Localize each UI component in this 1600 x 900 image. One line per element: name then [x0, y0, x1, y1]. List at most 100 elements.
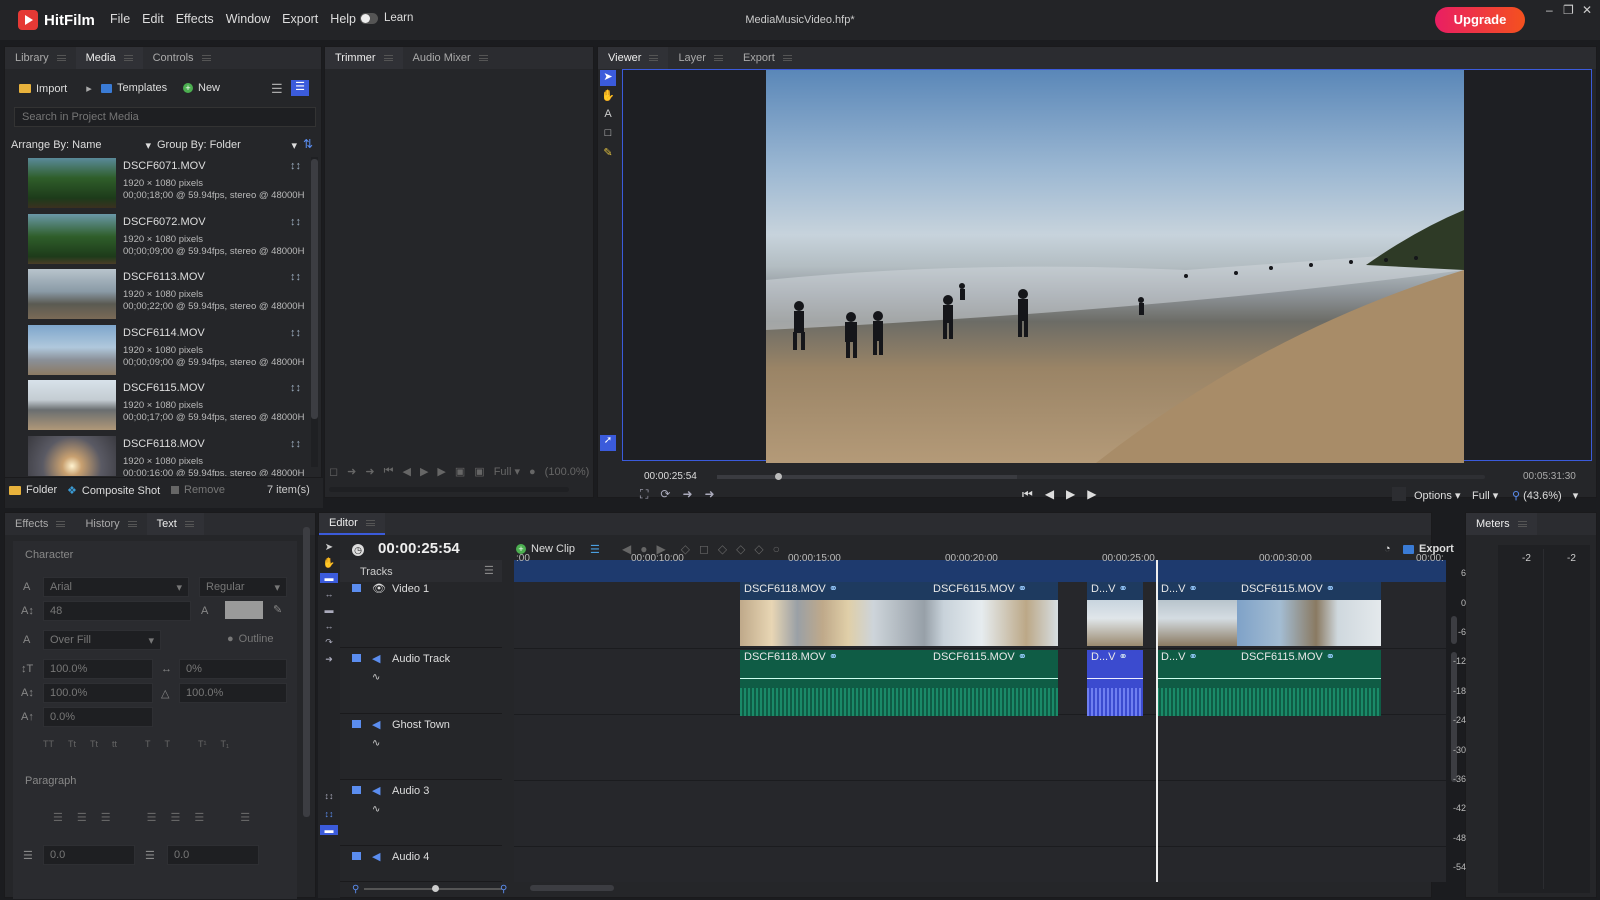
maximize-icon[interactable]: ❐	[1563, 3, 1574, 17]
remove-button[interactable]: Remove	[171, 484, 225, 496]
play-icon[interactable]: ▶	[437, 465, 445, 478]
panel-menu-icon[interactable]	[782, 55, 792, 61]
tracking-field[interactable]: 0%	[179, 659, 287, 679]
marker-icon[interactable]: ◻	[699, 542, 709, 556]
timeline-view-icon[interactable]: ▬	[320, 825, 338, 835]
outline-toggle[interactable]: ● Outline	[227, 633, 274, 645]
ripple-tool-icon[interactable]: ▬	[318, 605, 340, 615]
audio-mixer-icon[interactable]: ↕↕	[290, 271, 301, 283]
keyframe-next-icon[interactable]: ◇	[754, 542, 763, 556]
skip-to-start-icon[interactable]: ⏮	[1022, 487, 1033, 502]
video-clip[interactable]: DSCF6115.MOV ⚭	[1237, 582, 1381, 646]
insert-icon[interactable]: ➜	[347, 465, 356, 478]
tab-viewer[interactable]: Viewer	[598, 47, 669, 69]
small-caps-icon[interactable]: Tt	[68, 739, 76, 749]
roll-tool-icon[interactable]: ↔	[318, 621, 340, 631]
justify-center-icon[interactable]: ☰	[171, 811, 181, 824]
keyframe-add-icon[interactable]: ◇	[736, 542, 745, 556]
mask-tool-icon[interactable]: □	[600, 127, 616, 143]
panel-menu-icon[interactable]	[649, 55, 659, 61]
mixer-tool-icon[interactable]: ↕↕	[318, 791, 340, 801]
underline-icon[interactable]: T	[145, 739, 151, 749]
slip-tool-icon[interactable]: ↔	[318, 589, 340, 599]
justify-left-icon[interactable]: ☰	[147, 811, 157, 824]
group-dropdown[interactable]: Group By: Folder ▾	[157, 139, 297, 152]
snap-icon[interactable]: ➚	[600, 435, 616, 451]
list-item[interactable]: DSCF6071.MOV 1920 × 1080 pixels 00;00;18;…	[28, 158, 310, 210]
track-folder-icon[interactable]	[352, 584, 361, 592]
select-tool-icon[interactable]: ➤	[318, 542, 340, 553]
style-dropdown[interactable]: Regular ▾	[199, 577, 287, 597]
track-header-audio[interactable]: ◀ Audio 3 ∿	[340, 780, 502, 846]
speaker-icon[interactable]: ◀	[372, 718, 380, 731]
automation-icon[interactable]: ∿	[372, 672, 380, 683]
list-item[interactable]: DSCF6072.MOV 1920 × 1080 pixels 00;00;09;…	[28, 214, 310, 266]
previous-frame-icon[interactable]: ◀	[1045, 487, 1054, 502]
baseline-field[interactable]: 0.0%	[43, 707, 153, 727]
hand-tool-icon[interactable]: ✋	[600, 89, 616, 105]
list-item[interactable]: DSCF6115.MOV 1920 × 1080 pixels 00;00;17;…	[28, 380, 310, 432]
tab-editor[interactable]: Editor	[319, 513, 385, 535]
tracks-menu-icon[interactable]: ☰	[484, 564, 494, 577]
tab-trimmer[interactable]: Trimmer	[325, 47, 403, 69]
track-folder-icon[interactable]	[352, 786, 361, 794]
panel-menu-icon[interactable]	[201, 55, 211, 61]
audio-clip[interactable]: D...V ⚭	[1087, 650, 1143, 716]
composite-shot-button[interactable]: ❖ Composite Shot	[67, 484, 160, 498]
media-scrollbar[interactable]	[311, 157, 318, 467]
rate-tool-icon[interactable]: ↷	[318, 637, 340, 648]
panel-menu-icon[interactable]	[713, 55, 723, 61]
audio-mixer-icon[interactable]: ↕↕	[290, 382, 301, 394]
speaker-icon[interactable]: ◀	[372, 784, 380, 797]
search-input[interactable]	[14, 107, 316, 127]
tab-audio-mixer[interactable]: Audio Mixer	[403, 47, 498, 69]
justify-right-icon[interactable]: ☰	[194, 811, 204, 824]
color-picker-icon[interactable]	[1392, 487, 1406, 501]
zoom-in-icon[interactable]: ⚲	[500, 884, 507, 895]
track-header-video[interactable]: 👁 Video 1	[340, 582, 502, 648]
lowercase-icon[interactable]: tt	[112, 739, 117, 749]
align-left-icon[interactable]: ☰	[53, 811, 63, 824]
link-tool-icon[interactable]: ➜	[318, 654, 340, 665]
speaker-icon[interactable]: ◀	[372, 850, 380, 863]
timeline-scrollbar[interactable]	[530, 885, 614, 891]
all-caps-icon[interactable]: TT	[43, 739, 54, 749]
subscript-icon[interactable]: T₁	[221, 739, 230, 749]
arrange-dropdown[interactable]: Arrange By: Name ▾	[11, 139, 151, 152]
align-right-icon[interactable]: ☰	[101, 811, 111, 824]
superscript-icon[interactable]: T¹	[198, 739, 207, 749]
justify-all-icon[interactable]: ☰	[240, 811, 250, 824]
tab-text[interactable]: Text	[146, 513, 204, 535]
panel-menu-icon[interactable]	[478, 55, 488, 61]
skip-start-icon[interactable]: ⏮	[384, 465, 394, 478]
loop-icon[interactable]: ⟳	[660, 487, 670, 502]
viewer-scrub-bar[interactable]	[717, 473, 1485, 480]
auto-scroll-icon[interactable]: ☰	[590, 543, 600, 556]
playhead[interactable]	[1156, 560, 1158, 882]
automation-icon[interactable]: ∿	[372, 738, 380, 749]
track-height-icon[interactable]: ↕↕	[318, 809, 340, 819]
detail-view-icon[interactable]: ☰	[291, 80, 309, 96]
panel-menu-icon[interactable]	[127, 521, 137, 527]
panel-menu-icon[interactable]	[56, 521, 66, 527]
list-item[interactable]: DSCF6114.MOV 1920 × 1080 pixels 00;00;09;…	[28, 325, 310, 377]
snap-toggle-icon[interactable]: ○	[773, 542, 780, 556]
tab-history[interactable]: History	[75, 513, 146, 535]
tab-meters[interactable]: Meters	[1466, 513, 1537, 535]
options-dropdown[interactable]: Options ▾	[1414, 489, 1461, 502]
eyedropper-icon[interactable]: ✎	[273, 603, 282, 616]
align-center-icon[interactable]: ☰	[77, 811, 87, 824]
tab-controls[interactable]: Controls	[143, 47, 221, 69]
text-tool-icon[interactable]: A	[600, 108, 616, 124]
panel-menu-icon[interactable]	[1517, 521, 1527, 527]
title-case-icon[interactable]: Tt	[90, 739, 98, 749]
slice-tool-icon[interactable]: ▬	[320, 573, 338, 583]
video-clip-label[interactable]: DSCF6115.MOV ⚭	[929, 582, 1049, 600]
audio-mixer-icon[interactable]: ↕↕	[290, 327, 301, 339]
video-clip[interactable]: D...V ⚭	[1087, 582, 1143, 646]
keyframe-prev-icon[interactable]: ◇	[718, 542, 727, 556]
insert-clip-icon[interactable]: ➜	[682, 487, 692, 502]
select-tool-icon[interactable]: ➤	[600, 70, 616, 86]
strikethrough-icon[interactable]: T	[165, 739, 171, 749]
overlay-icon[interactable]: ➜	[365, 465, 374, 478]
